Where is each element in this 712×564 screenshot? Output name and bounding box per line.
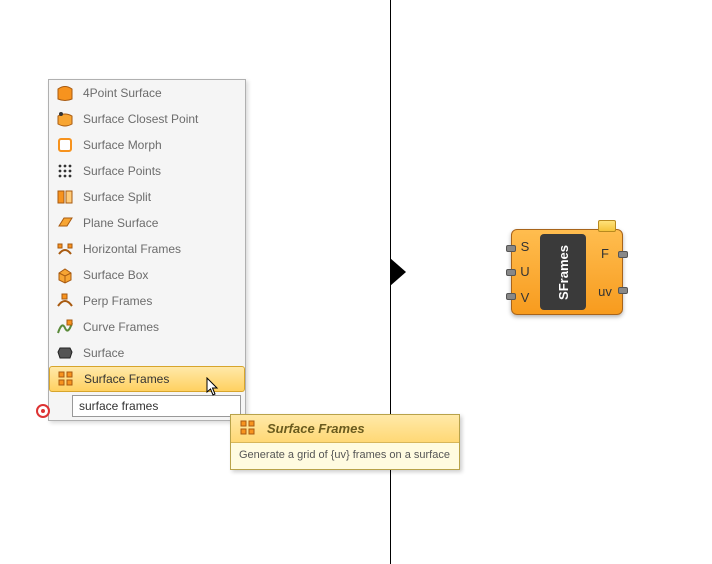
input-port-v[interactable]: V xyxy=(521,290,530,305)
menu-item-label: Surface Split xyxy=(83,190,239,204)
surface-box-icon xyxy=(55,265,75,285)
tooltip-description: Generate a grid of {uv} frames on a surf… xyxy=(231,443,459,469)
menu-item-surface-morph[interactable]: Surface Morph xyxy=(49,132,245,158)
surface-icon xyxy=(55,343,75,363)
surface-morph-icon xyxy=(55,135,75,155)
search-row xyxy=(49,392,245,420)
origin-marker-icon xyxy=(36,404,50,418)
menu-item-label: Surface Points xyxy=(83,164,239,178)
output-port-f[interactable]: F xyxy=(601,246,609,261)
surface-split-icon xyxy=(55,187,75,207)
output-grips xyxy=(618,230,628,314)
menu-item-perp-frames[interactable]: Perp Frames xyxy=(49,288,245,314)
grip-icon[interactable] xyxy=(618,251,628,258)
menu-item-label: Surface Morph xyxy=(83,138,239,152)
component-sframes[interactable]: S U V SFrames F uv xyxy=(511,229,623,315)
menu-item-surface-split[interactable]: Surface Split xyxy=(49,184,245,210)
menu-item-curve-frames[interactable]: Curve Frames xyxy=(49,314,245,340)
input-grips xyxy=(506,230,516,314)
component-name-label: SFrames xyxy=(556,245,571,300)
component-note-tag-icon xyxy=(598,220,616,232)
tooltip-title: Surface Frames xyxy=(267,421,365,436)
surface-points-icon xyxy=(55,161,75,181)
tooltip-header: Surface Frames xyxy=(231,415,459,443)
menu-item-label: 4Point Surface xyxy=(83,86,239,100)
grip-icon[interactable] xyxy=(506,293,516,300)
menu-item-plane-surface[interactable]: Plane Surface xyxy=(49,210,245,236)
input-port-s[interactable]: S xyxy=(521,239,530,254)
input-port-u[interactable]: U xyxy=(520,264,529,279)
component-tooltip: Surface Frames Generate a grid of {uv} f… xyxy=(230,414,460,470)
four-point-surface-icon xyxy=(55,83,75,103)
menu-item-label: Curve Frames xyxy=(83,320,239,334)
surface-closest-point-icon xyxy=(55,109,75,129)
grip-icon[interactable] xyxy=(506,269,516,276)
menu-item-horizontal-frames[interactable]: Horizontal Frames xyxy=(49,236,245,262)
component-search-menu: 4Point Surface Surface Closest Point Sur… xyxy=(48,79,246,421)
component-search-input[interactable] xyxy=(72,395,241,417)
menu-item-surface-box[interactable]: Surface Box xyxy=(49,262,245,288)
grip-icon[interactable] xyxy=(506,245,516,252)
menu-item-label: Surface Box xyxy=(83,268,239,282)
output-ports: F uv xyxy=(588,230,622,314)
output-port-uv[interactable]: uv xyxy=(598,284,612,299)
menu-item-label: Surface xyxy=(83,346,239,360)
component-body[interactable]: SFrames xyxy=(540,234,586,310)
surface-frames-icon xyxy=(56,369,76,389)
grip-icon[interactable] xyxy=(618,287,628,294)
curve-frames-icon xyxy=(55,317,75,337)
menu-item-label: Surface Frames xyxy=(84,372,238,386)
plane-surface-icon xyxy=(55,213,75,233)
menu-item-label: Perp Frames xyxy=(83,294,239,308)
play-marker-icon xyxy=(390,258,406,286)
menu-item-label: Surface Closest Point xyxy=(83,112,239,126)
menu-item-4point-surface[interactable]: 4Point Surface xyxy=(49,80,245,106)
perp-frames-icon xyxy=(55,291,75,311)
menu-item-surface[interactable]: Surface xyxy=(49,340,245,366)
menu-item-label: Horizontal Frames xyxy=(83,242,239,256)
menu-item-surface-frames[interactable]: Surface Frames xyxy=(49,366,245,392)
menu-item-label: Plane Surface xyxy=(83,216,239,230)
menu-item-surface-closest-point[interactable]: Surface Closest Point xyxy=(49,106,245,132)
horizontal-frames-icon xyxy=(55,239,75,259)
menu-item-surface-points[interactable]: Surface Points xyxy=(49,158,245,184)
surface-frames-icon xyxy=(239,419,259,439)
